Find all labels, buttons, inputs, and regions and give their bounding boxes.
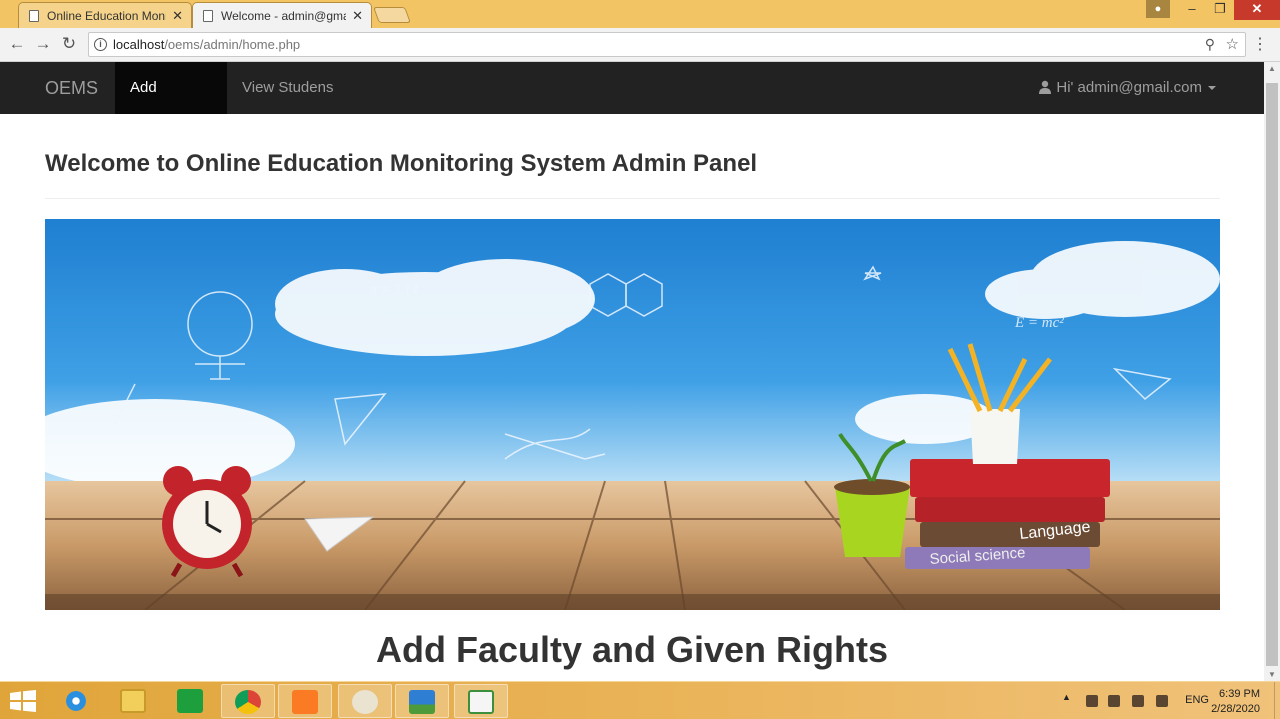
close-icon[interactable]: ✕ — [172, 8, 183, 24]
internet-explorer-icon[interactable] — [50, 684, 104, 718]
language-indicator[interactable]: ENG — [1185, 694, 1209, 706]
scrollbar-thumb[interactable] — [1266, 83, 1278, 666]
minimize-button[interactable]: – — [1178, 0, 1206, 20]
scroll-up-icon[interactable]: ▲ — [1268, 64, 1276, 73]
store-icon[interactable] — [164, 684, 218, 718]
file-explorer-icon[interactable] — [107, 684, 161, 718]
top-navbar: OEMS Add Teacher View Studens Hi' admin@… — [0, 62, 1264, 148]
tab-welcome-admin[interactable]: Welcome - admin@gmai ✕ — [192, 2, 372, 28]
close-icon[interactable]: ✕ — [352, 8, 363, 24]
power-icon[interactable] — [1086, 695, 1098, 707]
browser-toolbar: ← → ↻ i localhost/oems/admin/home.php ⚲ … — [0, 28, 1280, 62]
zoom-icon[interactable]: ⚲ — [1205, 33, 1215, 56]
url-path: /oems/admin/home.php — [164, 37, 301, 52]
tab-online-education[interactable]: Online Education Monito ✕ — [18, 2, 192, 28]
xampp-icon[interactable] — [278, 684, 332, 718]
system-tray: ▲ ENG 6:39 PM 2/28/2020 — [1060, 682, 1280, 719]
volume-mute-icon[interactable] — [1108, 695, 1120, 707]
action-center-icon[interactable] — [1156, 695, 1168, 707]
chrome-icon[interactable] — [221, 684, 275, 718]
user-label: Hi' admin@gmail.com — [1056, 79, 1202, 96]
page-title: Welcome to Online Education Monitoring S… — [45, 150, 758, 177]
caret-down-icon — [1208, 86, 1216, 91]
user-icon — [1039, 80, 1052, 94]
divider — [45, 198, 1220, 199]
window-controls: ● – ❐ ✕ — [1146, 0, 1280, 20]
forward-arrow-icon[interactable]: → — [32, 34, 54, 54]
photos-icon[interactable] — [395, 684, 449, 718]
clock-time: 6:39 PM — [1219, 688, 1260, 700]
browser-menu-icon[interactable]: ⋮ — [1252, 34, 1268, 54]
address-bar[interactable]: i localhost/oems/admin/home.php ⚲ ☆ — [88, 32, 1246, 57]
window-close-button[interactable]: ✕ — [1234, 0, 1280, 20]
banner-pi-label: π = 3.14 — [370, 283, 418, 298]
new-tab-button[interactable] — [373, 7, 411, 23]
nav-add-teacher[interactable]: Add Teacher — [115, 62, 227, 148]
profile-icon[interactable]: ● — [1146, 0, 1170, 18]
tray-expand-icon[interactable]: ▲ — [1062, 692, 1071, 702]
brand-link[interactable]: OEMS — [45, 62, 98, 114]
page-viewport: OEMS Add Teacher View Studens Hi' admin@… — [0, 62, 1264, 681]
page-icon — [203, 9, 213, 22]
scroll-down-icon[interactable]: ▼ — [1268, 670, 1276, 679]
show-desktop-button[interactable] — [1274, 682, 1280, 719]
bookmark-star-icon[interactable]: ☆ — [1226, 33, 1239, 56]
browser-tab-strip: Online Education Monito ✕ Welcome - admi… — [0, 0, 1280, 28]
windows-start-icon[interactable] — [10, 690, 36, 712]
nav-view-students[interactable]: View Studens — [227, 62, 348, 114]
banner-image: π = 3.14 E = mc² Language Social science — [45, 219, 1220, 610]
clock-date: 2/28/2020 — [1211, 703, 1260, 715]
info-icon[interactable]: i — [94, 38, 107, 51]
page-icon — [29, 9, 39, 22]
paint-icon[interactable] — [338, 684, 392, 718]
tab-title: Welcome - admin@gmai — [221, 8, 347, 23]
clock[interactable]: 6:39 PM 2/28/2020 — [1211, 687, 1260, 717]
banner-emc-label: E = mc² — [1014, 315, 1064, 331]
task-manager-icon[interactable] — [454, 684, 508, 718]
section-heading: Add Faculty and Given Rights — [375, 629, 889, 670]
back-arrow-icon[interactable]: ← — [6, 34, 28, 54]
reload-icon[interactable]: ↻ — [58, 34, 80, 54]
windows-taskbar: ▲ ENG 6:39 PM 2/28/2020 — [0, 681, 1280, 719]
user-dropdown[interactable]: Hi' admin@gmail.com — [1038, 62, 1216, 114]
page-scrollbar[interactable]: ▲ ▼ — [1264, 62, 1280, 681]
restore-button[interactable]: ❐ — [1206, 0, 1234, 20]
tab-title: Online Education Monito — [47, 8, 167, 23]
url-host: localhost — [113, 37, 165, 52]
network-icon[interactable] — [1132, 695, 1144, 707]
